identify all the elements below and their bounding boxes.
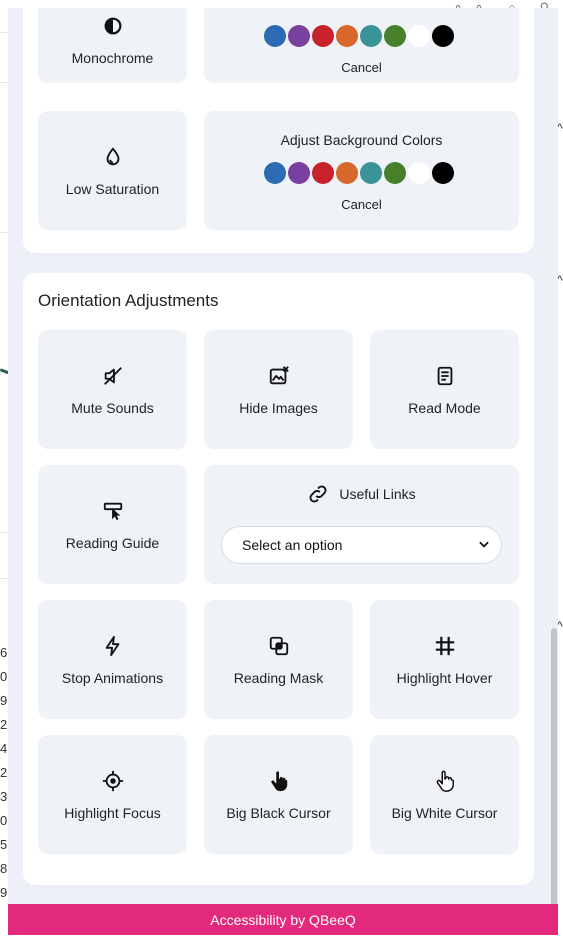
background-row-number: 9 xyxy=(0,885,8,900)
useful-links-label: Useful Links xyxy=(339,486,416,502)
read-mode-label: Read Mode xyxy=(408,399,481,416)
link-icon xyxy=(307,483,329,505)
background-row-number: 4 xyxy=(0,741,8,756)
useful-links-tile: Useful Links Select an option xyxy=(204,465,519,584)
swatch-black[interactable] xyxy=(432,25,454,47)
swatch-teal[interactable] xyxy=(360,162,382,184)
reading-guide-tile[interactable]: Reading Guide xyxy=(38,465,187,584)
swatch-red[interactable] xyxy=(312,25,334,47)
big-white-cursor-label: Big White Cursor xyxy=(391,804,498,821)
droplet-icon xyxy=(101,145,125,169)
reading-guide-icon xyxy=(101,499,125,523)
background-row-number: 9 xyxy=(0,693,8,708)
swatch-white[interactable] xyxy=(408,25,430,47)
select-value: Select an option xyxy=(242,537,343,553)
scrollbar[interactable] xyxy=(551,628,557,910)
highlight-focus-label: Highlight Focus xyxy=(64,804,161,821)
section-title: Orientation Adjustments xyxy=(38,291,219,310)
swatch-orange[interactable] xyxy=(336,162,358,184)
mask-icon xyxy=(267,634,291,658)
big-black-cursor-tile[interactable]: Big Black Cursor xyxy=(204,735,353,854)
read-mode-tile[interactable]: Read Mode xyxy=(370,330,519,449)
useful-links-header: Useful Links xyxy=(204,483,519,505)
swatch-row xyxy=(264,25,454,47)
swatch-white[interactable] xyxy=(408,162,430,184)
stop-animations-tile[interactable]: Stop Animations xyxy=(38,600,187,719)
monochrome-label: Monochrome xyxy=(71,49,154,66)
contrast-icon xyxy=(101,14,125,38)
swatch-green[interactable] xyxy=(384,25,406,47)
useful-links-select[interactable]: Select an option xyxy=(221,526,502,564)
background-row-number: 0 xyxy=(0,669,8,684)
frame-icon xyxy=(433,634,457,658)
swatch-orange[interactable] xyxy=(336,25,358,47)
hide-image-icon xyxy=(267,364,291,388)
low-saturation-tile[interactable]: Low Saturation xyxy=(38,111,187,230)
mute-icon xyxy=(101,364,125,388)
swatch-purple[interactable] xyxy=(288,25,310,47)
reading-guide-label: Reading Guide xyxy=(65,534,160,551)
monochrome-tile[interactable]: Monochrome xyxy=(38,8,187,83)
footer-label: Accessibility by QBeeQ xyxy=(210,911,356,928)
background-colors-title: Adjust Background Colors xyxy=(280,132,443,148)
stop-animations-label: Stop Animations xyxy=(61,669,164,686)
swatch-purple[interactable] xyxy=(288,162,310,184)
hand-cursor-white-icon xyxy=(433,769,457,793)
swatch-black[interactable] xyxy=(432,162,454,184)
chevron-down-icon xyxy=(477,537,491,554)
hide-images-label: Hide Images xyxy=(239,399,318,416)
target-icon xyxy=(101,769,125,793)
background-row-number: 6 xyxy=(0,645,8,660)
color-picker-tile: Cancel xyxy=(204,8,519,83)
background-row-number: 2 xyxy=(0,765,8,780)
background-row-number: 5 xyxy=(0,837,8,852)
reading-mask-label: Reading Mask xyxy=(233,669,324,686)
highlight-hover-tile[interactable]: Highlight Hover xyxy=(370,600,519,719)
swatch-blue[interactable] xyxy=(264,25,286,47)
highlight-hover-label: Highlight Hover xyxy=(396,669,493,686)
cancel-button[interactable]: Cancel xyxy=(204,197,519,212)
swatch-red[interactable] xyxy=(312,162,334,184)
hide-images-tile[interactable]: Hide Images xyxy=(204,330,353,449)
swatch-green[interactable] xyxy=(384,162,406,184)
big-black-cursor-label: Big Black Cursor xyxy=(226,804,331,821)
highlight-focus-tile[interactable]: Highlight Focus xyxy=(38,735,187,854)
low-saturation-label: Low Saturation xyxy=(65,180,160,197)
swatch-teal[interactable] xyxy=(360,25,382,47)
hand-cursor-black-icon xyxy=(267,769,291,793)
swatch-row xyxy=(264,162,454,184)
background-row-number: 8 xyxy=(0,861,8,876)
background-row-number: 0 xyxy=(0,813,8,828)
big-white-cursor-tile[interactable]: Big White Cursor xyxy=(370,735,519,854)
mute-sounds-tile[interactable]: Mute Sounds xyxy=(38,330,187,449)
lightning-icon xyxy=(101,634,125,658)
footer-branding[interactable]: Accessibility by QBeeQ xyxy=(8,904,558,935)
swatch-blue[interactable] xyxy=(264,162,286,184)
mute-sounds-label: Mute Sounds xyxy=(71,399,154,416)
document-icon xyxy=(433,364,457,388)
background-row-number: 2 xyxy=(0,717,8,732)
reading-mask-tile[interactable]: Reading Mask xyxy=(204,600,353,719)
orientation-adjustments-card: Orientation Adjustments Mute Sounds Hide… xyxy=(23,273,534,885)
cancel-button[interactable]: Cancel xyxy=(204,60,519,75)
color-adjustments-card: Monochrome Cancel Low Saturation Adjust xyxy=(23,8,534,253)
accessibility-panel: Monochrome Cancel Low Saturation Adjust xyxy=(8,8,558,935)
background-colors-tile: Adjust Background Colors Cancel xyxy=(204,111,519,230)
